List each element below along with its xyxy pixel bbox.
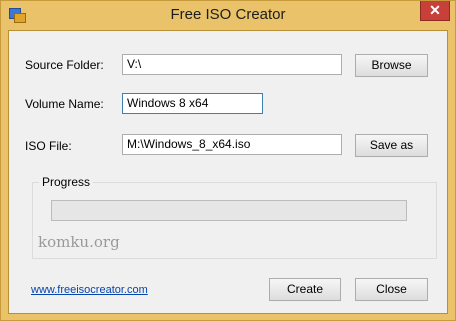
window-title: Free ISO Creator bbox=[170, 6, 286, 23]
iso-file-label: ISO File: bbox=[25, 139, 72, 153]
volume-name-input[interactable]: Windows 8 x64 bbox=[122, 93, 263, 114]
dialog-client-area: Source Folder: V:\ Browse Volume Name: W… bbox=[8, 30, 448, 314]
app-window: Free ISO Creator ✕ Source Folder: V:\ Br… bbox=[0, 0, 456, 321]
volume-name-label: Volume Name: bbox=[25, 97, 104, 111]
progress-bar bbox=[51, 200, 407, 221]
watermark-text: komku.org bbox=[38, 233, 120, 251]
save-as-button[interactable]: Save as bbox=[355, 134, 428, 157]
source-folder-input[interactable]: V:\ bbox=[122, 54, 342, 75]
iso-file-input[interactable]: M:\Windows_8_x64.iso bbox=[122, 134, 342, 155]
window-close-button[interactable]: ✕ bbox=[420, 1, 450, 21]
source-folder-label: Source Folder: bbox=[25, 58, 104, 72]
create-button[interactable]: Create bbox=[269, 278, 341, 301]
website-link[interactable]: www.freeisocreator.com bbox=[31, 284, 148, 296]
title-bar[interactable]: Free ISO Creator ✕ bbox=[1, 1, 455, 30]
close-button[interactable]: Close bbox=[355, 278, 428, 301]
browse-button[interactable]: Browse bbox=[355, 54, 428, 77]
progress-group-label: Progress bbox=[39, 175, 94, 189]
